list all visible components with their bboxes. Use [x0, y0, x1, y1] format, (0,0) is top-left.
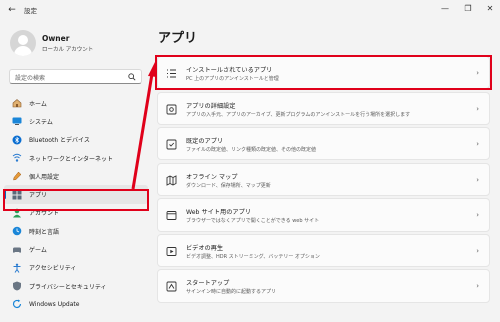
card-advanced-app-settings[interactable]: アプリの詳細設定 アプリの入手元、アプリのアーカイブ、更新プログラムのアンインス…: [157, 91, 490, 125]
window-title: 設定: [24, 7, 37, 15]
accessibility-icon: [13, 263, 21, 273]
default-apps-icon: [166, 139, 177, 150]
sidebar-item-network[interactable]: ネットワークとインターネット: [4, 149, 148, 167]
card-default-apps[interactable]: 既定のアプリ ファイルの既定値、リンク種類の既定値、その他の既定値 ›: [157, 127, 490, 161]
card-title: ビデオの再生: [186, 244, 224, 252]
card-title: アプリの詳細設定: [186, 102, 236, 110]
windows-update-icon: [12, 299, 22, 309]
chevron-right-icon: ›: [476, 282, 479, 291]
back-arrow-icon[interactable]: ←: [6, 4, 18, 16]
shield-icon: [13, 281, 21, 291]
chevron-right-icon: ›: [476, 211, 479, 220]
chevron-right-icon: ›: [476, 246, 479, 255]
sidebar-item-label: Bluetooth とデバイス: [29, 137, 90, 145]
time-language-icon: [12, 226, 22, 236]
card-description: サインイン時に自動的に起動するアプリ: [186, 289, 277, 296]
profile-account-type: ローカル アカウント: [42, 47, 94, 53]
card-offline-maps[interactable]: オフライン マップ ダウンロード、保存場所、マップ更新 ›: [157, 162, 490, 196]
personalization-icon: [13, 171, 22, 181]
card-description: ブラウザーではなくアプリで開くことができる web サイト: [186, 218, 320, 225]
card-description: ダウンロード、保存場所、マップ更新: [186, 182, 271, 189]
card-startup[interactable]: スタートアップ サインイン時に自動的に起動するアプリ ›: [157, 269, 490, 303]
search-input[interactable]: 設定の検索: [9, 69, 142, 84]
sidebar-item-label: アクセシビリティ: [29, 265, 77, 273]
card-title: スタートアップ: [186, 280, 230, 288]
network-icon: [12, 153, 22, 162]
sidebar-item-label: Windows Update: [29, 300, 80, 308]
sidebar-item-bluetooth[interactable]: Bluetooth とデバイス: [4, 131, 148, 149]
settings-card-list: インストールされているアプリ PC 上のアプリのアンインストールと管理 › アプ…: [157, 56, 490, 305]
sidebar-item-label: ネットワークとインターネット: [29, 155, 114, 163]
maximize-button[interactable]: ❐: [461, 3, 475, 15]
video-playback-icon: [166, 246, 177, 256]
system-icon: [12, 117, 22, 126]
annotation-highlight-apps: [3, 189, 149, 211]
offline-maps-icon: [166, 175, 177, 186]
sidebar-item-label: ゲーム: [29, 247, 47, 255]
card-title: オフライン マップ: [186, 173, 238, 181]
sidebar-item-personalization[interactable]: 個人用設定: [4, 167, 148, 185]
card-title: Web サイト用のアプリ: [186, 209, 251, 217]
sidebar-item-system[interactable]: システム: [4, 112, 148, 130]
search-placeholder: 設定の検索: [15, 75, 46, 82]
search-icon: [128, 73, 136, 81]
card-description: ファイルの既定値、リンク種類の既定値、その他の既定値: [186, 147, 317, 154]
card-video-playback[interactable]: ビデオの再生 ビデオ調整、HDR ストリーミング、バッテリー オプション ›: [157, 233, 490, 268]
home-icon: [12, 99, 22, 108]
card-apps-for-websites[interactable]: Web サイト用のアプリ ブラウザーではなくアプリで開くことができる web サ…: [157, 198, 490, 232]
sidebar-item-label: 個人用設定: [29, 173, 60, 181]
sidebar-item-label: プライバシーとセキュリティ: [29, 283, 107, 291]
annotation-highlight-installed-apps: [155, 55, 492, 90]
sidebar-item-home[interactable]: ホーム: [4, 94, 148, 112]
sidebar-item-accessibility[interactable]: アクセシビリティ: [4, 259, 148, 277]
sidebar-item-label: システム: [29, 118, 53, 126]
sidebar-item-label: ホーム: [29, 100, 47, 108]
page-title: アプリ: [158, 31, 198, 46]
sidebar-item-gaming[interactable]: ゲーム: [4, 240, 148, 258]
sidebar-item-label: 時刻と言語: [29, 228, 60, 236]
chevron-right-icon: ›: [476, 104, 479, 113]
close-button[interactable]: ✕: [483, 3, 497, 15]
gaming-icon: [13, 247, 21, 253]
card-description: ビデオ調整、HDR ストリーミング、バッテリー オプション: [186, 253, 320, 260]
card-description: アプリの入手元、アプリのアーカイブ、更新プログラムのアンインストールを行う場所を…: [186, 111, 411, 118]
advanced-app-settings-icon: [166, 104, 177, 115]
sidebar-item-privacy[interactable]: プライバシーとセキュリティ: [4, 277, 148, 295]
chevron-right-icon: ›: [476, 140, 479, 149]
minimize-button[interactable]: —: [438, 3, 452, 15]
bluetooth-icon: [12, 135, 22, 145]
card-title: 既定のアプリ: [186, 138, 224, 146]
sidebar-item-windows-update[interactable]: Windows Update: [4, 295, 148, 313]
apps-for-websites-icon: [166, 211, 177, 221]
chevron-right-icon: ›: [476, 175, 479, 184]
startup-icon: [166, 282, 177, 292]
title-bar: ← 設定 — ❐ ✕: [0, 0, 500, 22]
avatar[interactable]: [10, 30, 36, 56]
sidebar-item-time-language[interactable]: 時刻と言語: [4, 222, 148, 240]
profile-name: Owner: [42, 34, 70, 43]
